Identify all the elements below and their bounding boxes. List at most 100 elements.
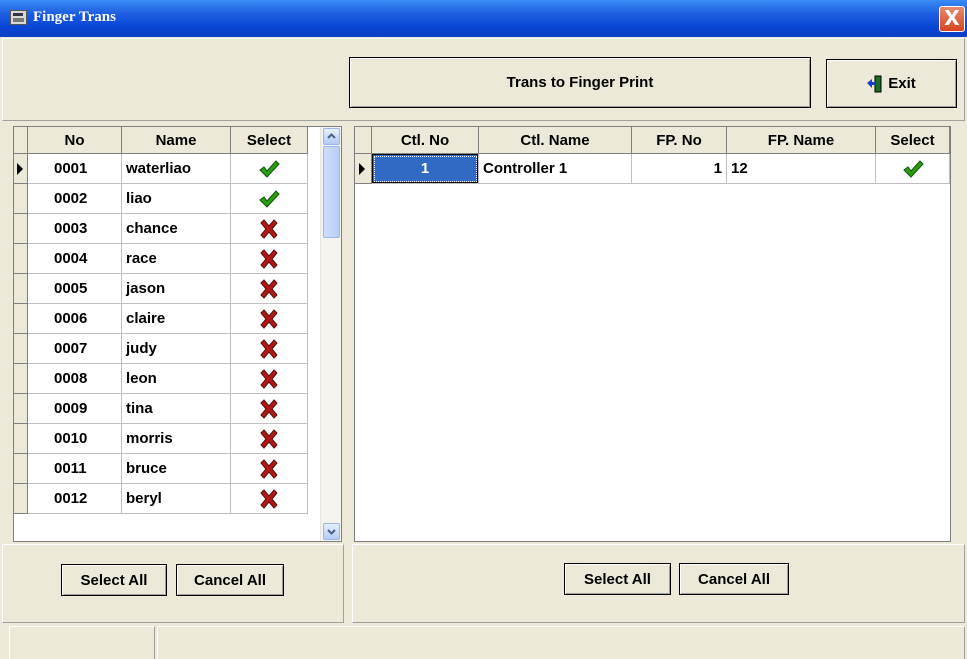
user-name-cell[interactable]: judy — [122, 334, 231, 364]
check-icon — [902, 159, 924, 178]
exit-button-label: Exit — [888, 75, 916, 92]
cross-icon — [260, 278, 278, 299]
user-no-cell[interactable]: 0005 — [28, 274, 122, 304]
users-select-all-button[interactable]: Select All — [61, 564, 167, 596]
close-button[interactable]: X — [939, 6, 965, 32]
scroll-thumb[interactable] — [323, 146, 340, 238]
user-select-cell[interactable] — [231, 424, 308, 454]
cross-icon — [260, 218, 278, 239]
controllers-col-ctl-name[interactable]: Ctl. Name — [479, 127, 632, 154]
user-select-cell[interactable] — [231, 334, 308, 364]
user-name-cell[interactable]: tina — [122, 394, 231, 424]
user-no-cell[interactable]: 0004 — [28, 244, 122, 274]
user-select-cell[interactable] — [231, 484, 308, 514]
user-name-cell[interactable]: chance — [122, 214, 231, 244]
users-grid[interactable]: No Name Select 0001 waterliao 0002 liao 0003… — [13, 126, 342, 542]
user-no-cell[interactable]: 0012 — [28, 484, 122, 514]
user-no-cell[interactable]: 0011 — [28, 454, 122, 484]
fp-no-cell[interactable]: 1 — [632, 154, 727, 184]
user-select-cell[interactable] — [231, 214, 308, 244]
ctl-name-cell[interactable]: Controller 1 — [479, 154, 632, 184]
controllers-grid[interactable]: Ctl. No Ctl. Name FP. No FP. Name Select… — [354, 126, 951, 542]
current-row-arrow-icon — [17, 163, 23, 175]
row-indicator[interactable] — [14, 424, 28, 454]
users-col-name[interactable]: Name — [122, 127, 231, 154]
cross-icon — [260, 458, 278, 479]
user-select-cell[interactable] — [231, 454, 308, 484]
row-indicator[interactable] — [355, 154, 372, 184]
user-select-cell[interactable] — [231, 154, 308, 184]
user-name-cell[interactable]: leon — [122, 364, 231, 394]
cross-icon — [260, 368, 278, 389]
left-actions-panel — [2, 544, 344, 623]
user-name-cell[interactable]: morris — [122, 424, 231, 454]
exit-button[interactable]: Exit — [826, 59, 957, 108]
app-icon — [10, 10, 27, 25]
controllers-col-fp-name[interactable]: FP. Name — [727, 127, 876, 154]
user-name-cell[interactable]: race — [122, 244, 231, 274]
cross-icon — [260, 308, 278, 329]
status-bar-pane-1 — [9, 626, 155, 659]
user-name-cell[interactable]: beryl — [122, 484, 231, 514]
users-cancel-all-button[interactable]: Cancel All — [176, 564, 284, 596]
user-select-cell[interactable] — [231, 394, 308, 424]
check-icon — [259, 189, 280, 208]
users-col-no[interactable]: No — [28, 127, 122, 154]
row-indicator[interactable] — [14, 184, 28, 214]
row-indicator[interactable] — [14, 484, 28, 514]
user-no-cell[interactable]: 0008 — [28, 364, 122, 394]
user-select-cell[interactable] — [231, 184, 308, 214]
cross-icon — [260, 338, 278, 359]
controllers-col-select[interactable]: Select — [876, 127, 950, 154]
user-name-cell[interactable]: jason — [122, 274, 231, 304]
user-no-cell[interactable]: 0002 — [28, 184, 122, 214]
scroll-up-button[interactable] — [323, 128, 340, 145]
user-select-cell[interactable] — [231, 304, 308, 334]
chevron-down-icon — [327, 529, 336, 535]
user-name-cell[interactable]: claire — [122, 304, 231, 334]
fp-name-cell[interactable]: 12 — [727, 154, 876, 184]
user-no-cell[interactable]: 0001 — [28, 154, 122, 184]
user-no-cell[interactable]: 0007 — [28, 334, 122, 364]
chevron-up-icon — [327, 133, 336, 139]
row-indicator[interactable] — [14, 304, 28, 334]
user-no-cell[interactable]: 0003 — [28, 214, 122, 244]
row-indicator[interactable] — [14, 334, 28, 364]
row-indicator[interactable] — [14, 394, 28, 424]
users-col-select[interactable]: Select — [231, 127, 308, 154]
current-row-arrow-icon — [359, 163, 365, 175]
check-icon — [259, 159, 280, 178]
row-indicator[interactable] — [14, 364, 28, 394]
ctl-select-cell[interactable] — [876, 154, 950, 184]
user-select-cell[interactable] — [231, 244, 308, 274]
controllers-grid-corner — [355, 127, 372, 154]
trans-to-finger-print-button[interactable]: Trans to Finger Print — [349, 57, 811, 108]
controllers-cancel-all-button[interactable]: Cancel All — [679, 563, 789, 595]
user-no-cell[interactable]: 0009 — [28, 394, 122, 424]
ctl-no-cell[interactable]: 1 — [372, 154, 479, 184]
cross-icon — [260, 398, 278, 419]
controllers-col-fp-no[interactable]: FP. No — [632, 127, 727, 154]
row-indicator[interactable] — [14, 274, 28, 304]
user-select-cell[interactable] — [231, 364, 308, 394]
user-select-cell[interactable] — [231, 274, 308, 304]
title-bar[interactable]: Finger Trans X — [0, 0, 967, 37]
user-no-cell[interactable]: 0006 — [28, 304, 122, 334]
users-grid-corner — [14, 127, 28, 154]
exit-door-icon — [867, 75, 882, 92]
row-indicator[interactable] — [14, 454, 28, 484]
user-name-cell[interactable]: liao — [122, 184, 231, 214]
user-no-cell[interactable]: 0010 — [28, 424, 122, 454]
cross-icon — [260, 248, 278, 269]
cross-icon — [260, 428, 278, 449]
row-indicator[interactable] — [14, 244, 28, 274]
user-name-cell[interactable]: bruce — [122, 454, 231, 484]
controllers-select-all-button[interactable]: Select All — [564, 563, 671, 595]
row-indicator[interactable] — [14, 154, 28, 184]
controllers-col-ctl-no[interactable]: Ctl. No — [372, 127, 479, 154]
scroll-down-button[interactable] — [323, 523, 340, 540]
user-name-cell[interactable]: waterliao — [122, 154, 231, 184]
row-indicator[interactable] — [14, 214, 28, 244]
users-scrollbar[interactable] — [320, 127, 341, 541]
cross-icon — [260, 488, 278, 509]
